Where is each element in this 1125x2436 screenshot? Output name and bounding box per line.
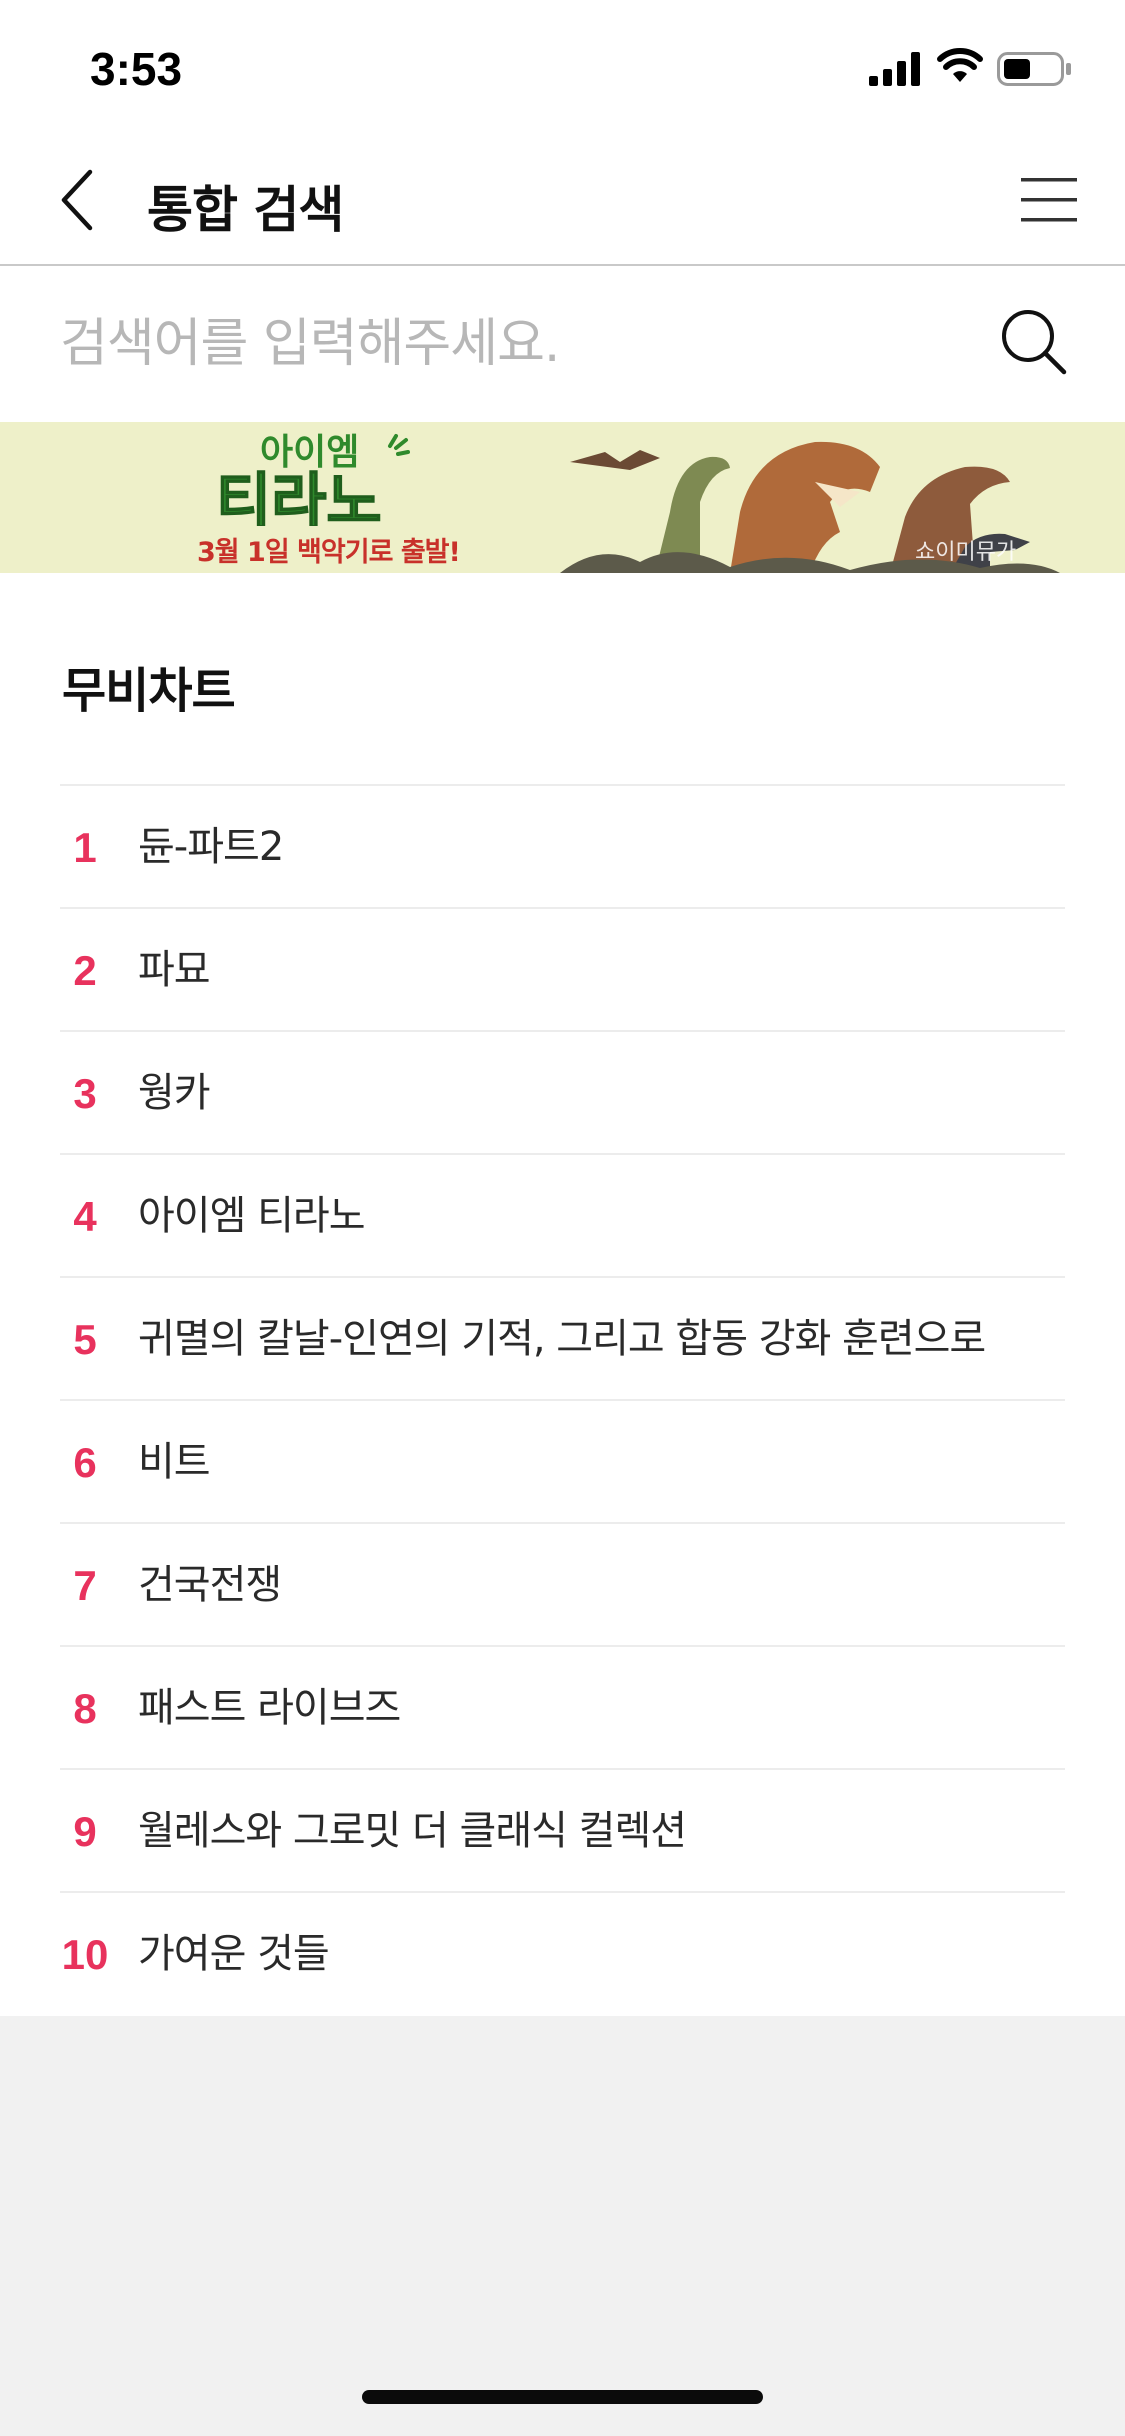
movie-chart-list: 1 듄-파트2 2 파묘 3 웡카 4 아이엠 티라노 5 귀멸의 칼날-인연의… xyxy=(60,784,1065,2014)
movie-title: 비트 xyxy=(138,1439,211,1485)
rank-number: 6 xyxy=(73,1439,97,1486)
movie-title: 건국전쟁 xyxy=(138,1562,282,1608)
status-bar: 3:53 xyxy=(0,0,1125,134)
screen: 3:53 통합 검색 검색어를 입력해주세요. 아이엠 티라노 3월 1일 백악… xyxy=(0,0,1125,2436)
list-item[interactable]: 6 비트 xyxy=(60,1399,1065,1522)
menu-button[interactable] xyxy=(1019,174,1079,226)
banner-movie-logo: 아이엠 티라노 xyxy=(215,432,410,526)
search-bar xyxy=(0,266,1125,422)
banner-watermark: 쇼이미뮤가 xyxy=(915,540,1017,565)
page-title: 통합 검색 xyxy=(147,181,344,239)
ad-banner[interactable]: 아이엠 티라노 3월 1일 백악기로 출발! 쇼이미뮤가 xyxy=(0,422,1125,573)
rank-number: 10 xyxy=(61,1931,109,1978)
wifi-icon xyxy=(937,48,983,82)
movie-chart-section: 무비차트 1 듄-파트2 2 파묘 3 웡카 4 아이엠 티라노 5 귀멸의 칼… xyxy=(0,573,1125,2016)
hamburger-menu-icon xyxy=(1021,178,1077,222)
movie-title: 패스트 라이브즈 xyxy=(138,1685,401,1731)
list-item[interactable]: 9 월레스와 그로밋 더 클래식 컬렉션 xyxy=(60,1768,1065,1891)
chevron-left-icon xyxy=(61,169,93,231)
battery-icon xyxy=(997,52,1071,86)
movie-title: 파묘 xyxy=(138,947,211,993)
rank-number: 8 xyxy=(73,1685,97,1732)
list-item[interactable]: 7 건국전쟁 xyxy=(60,1522,1065,1645)
list-item[interactable]: 3 웡카 xyxy=(60,1030,1065,1153)
cellular-signal-icon xyxy=(869,52,920,86)
rank-number: 1 xyxy=(73,824,97,871)
movie-title: 가여운 것들 xyxy=(138,1931,330,1977)
list-item[interactable]: 10 가여운 것들 xyxy=(60,1891,1065,2014)
rank-number: 7 xyxy=(73,1562,97,1609)
header: 통합 검색 xyxy=(0,134,1125,266)
rank-number: 5 xyxy=(73,1316,97,1363)
status-icons xyxy=(869,48,1079,88)
search-button[interactable] xyxy=(996,304,1070,378)
rank-number: 2 xyxy=(73,947,97,994)
rank-number: 3 xyxy=(73,1070,97,1117)
movie-title: 듄-파트2 xyxy=(138,824,284,870)
search-icon xyxy=(1002,310,1067,375)
list-item[interactable]: 5 귀멸의 칼날-인연의 기적, 그리고 합동 강화 훈련으로 xyxy=(60,1276,1065,1399)
banner-tagline: 3월 1일 백악기로 출발! xyxy=(197,537,461,568)
section-title: 무비차트 xyxy=(62,663,236,719)
rank-number: 4 xyxy=(73,1193,97,1240)
list-item[interactable]: 1 듄-파트2 xyxy=(60,784,1065,907)
status-time: 3:53 xyxy=(90,43,183,95)
back-button[interactable] xyxy=(52,164,112,236)
home-indicator[interactable] xyxy=(362,2390,763,2404)
movie-title: 귀멸의 칼날-인연의 기적, 그리고 합동 강화 훈련으로 xyxy=(138,1316,986,1362)
rank-number: 9 xyxy=(73,1808,97,1855)
list-item[interactable]: 2 파묘 xyxy=(60,907,1065,1030)
svg-text:티라노: 티라노 xyxy=(216,467,382,526)
movie-title: 아이엠 티라노 xyxy=(138,1193,366,1239)
movie-title: 웡카 xyxy=(138,1070,211,1116)
search-input[interactable] xyxy=(60,302,960,386)
list-item[interactable]: 8 패스트 라이브즈 xyxy=(60,1645,1065,1768)
movie-title: 월레스와 그로밋 더 클래식 컬렉션 xyxy=(138,1808,687,1854)
list-item[interactable]: 4 아이엠 티라노 xyxy=(60,1153,1065,1276)
